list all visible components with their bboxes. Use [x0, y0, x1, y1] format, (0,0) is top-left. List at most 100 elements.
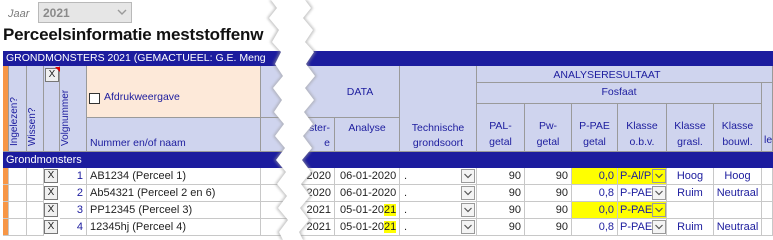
year-select[interactable]: 2021: [38, 2, 132, 23]
header-fosfaat: Fosfaat: [477, 83, 762, 104]
row-ppae[interactable]: 0,0: [572, 202, 618, 219]
chevron-down-icon[interactable]: [652, 203, 666, 217]
row-delete-button[interactable]: X: [44, 186, 58, 200]
header-ppae-line2: getal: [583, 136, 606, 148]
header-naam: Nummer en/of naam: [87, 118, 261, 152]
chevron-down-icon[interactable]: [461, 186, 475, 200]
row-klasse-obv[interactable]: P-PAE: [618, 202, 667, 219]
row-analysedatum[interactable]: 06-01-2020: [335, 168, 400, 185]
header-pw-line1: Pw-: [538, 120, 558, 132]
header-pal-line1: PAL-: [489, 120, 512, 132]
header-pw-line2: getal: [536, 136, 560, 148]
row-grondsoort[interactable]: .: [400, 168, 477, 185]
row-delete-button[interactable]: X: [44, 220, 58, 234]
row-analysedatum[interactable]: 06-01-2020: [335, 185, 400, 202]
row-ppae[interactable]: 0,8: [572, 219, 618, 236]
section-grondmonsters: Grondmonsters: [3, 152, 773, 168]
chevron-down-icon[interactable]: [461, 169, 475, 183]
row-wissen-cell: [27, 168, 44, 185]
row-klasse-obv[interactable]: P-Al/P: [618, 168, 667, 185]
row-analysedatum-year-highlight: 21: [384, 204, 397, 216]
row-volgnummer: 3: [60, 202, 87, 219]
grondmonsters-sheet: GRONDMONSTERS 2021 (GEMACTUEEL: G.E. Men…: [3, 0, 773, 240]
chevron-down-icon[interactable]: [461, 220, 475, 234]
header-klasse-bouwl-line2: bouwl.: [722, 136, 753, 148]
row-pal[interactable]: 90: [477, 219, 525, 236]
header-ppae: P-PAE getal: [572, 104, 618, 152]
row-volgnummer: 2: [60, 185, 87, 202]
row-klasse-grasl: Hoog: [667, 168, 714, 185]
header-analyseresultaat-label: ANALYSERESULTAAT: [553, 69, 661, 81]
chevron-down-icon[interactable]: [461, 203, 475, 217]
row-grondsoort[interactable]: .: [400, 219, 477, 236]
header-ppae-line1: P-PAE: [579, 120, 610, 132]
row-klasse-grasl: Ruim: [667, 219, 714, 236]
header-naam-label: Nummer en/of naam: [90, 137, 186, 149]
row-grondsoort-value: .: [404, 204, 408, 216]
row-naam[interactable]: Ab54321 (Perceel 2 en 6): [87, 185, 261, 202]
row-pal[interactable]: 90: [477, 202, 525, 219]
row-grondsoort-value: .: [404, 170, 408, 182]
row-klasse-obv-value: P-PAE: [620, 221, 653, 233]
row-delete-button[interactable]: X: [44, 203, 58, 217]
header-last-label: le: [764, 134, 773, 146]
row-naam[interactable]: AB1234 (Perceel 1): [87, 168, 261, 185]
row-volgnummer: 1: [60, 168, 87, 185]
row-ppae[interactable]: 0,8: [572, 185, 618, 202]
row-last-cell: [762, 202, 773, 219]
header-pal: PAL- getal: [477, 104, 525, 152]
chevron-down-icon[interactable]: [652, 186, 666, 200]
header-wissen: Wissen?: [27, 66, 44, 152]
header-ingelezen-label: Ingelezen?: [9, 97, 20, 146]
row-delete-button[interactable]: X: [44, 169, 58, 183]
header-fosfaat-label: Fosfaat: [601, 86, 637, 98]
row-ingelezen-cell: [9, 185, 27, 202]
row-last-cell: [762, 185, 773, 202]
row-last-cell: [762, 219, 773, 236]
row-klasse-obv-value: P-PAE: [620, 204, 653, 216]
row-pal[interactable]: 90: [477, 168, 525, 185]
row-ingelezen-cell: [9, 219, 27, 236]
row-analysedatum-year-highlight: 21: [384, 221, 397, 233]
header-klasse-grasl-line1: Klasse: [674, 120, 706, 132]
row-klasse-grasl: Ruim: [667, 185, 714, 202]
row-klasse-obv-value: P-Al/P: [620, 170, 652, 182]
row-analysedatum-main: 05-01-20: [340, 204, 385, 216]
row-grondsoort[interactable]: .: [400, 202, 477, 219]
table-row: X 4 12345hj (Perceel 4) 2021 05-01-2021. 90 90…: [3, 219, 773, 236]
afdrukweergave-checkbox[interactable]: [89, 93, 100, 104]
row-analysedatum[interactable]: 05-01-2021: [335, 219, 400, 236]
chevron-down-icon[interactable]: [652, 220, 666, 234]
row-klasse-bouwl: Hoog: [714, 168, 762, 185]
header-klasse-obv-line2: o.b.v.: [629, 136, 655, 148]
row-volgnummer: 4: [60, 219, 87, 236]
row-pw[interactable]: 90: [525, 219, 572, 236]
row-pw[interactable]: 90: [525, 168, 572, 185]
row-naam[interactable]: 12345hj (Perceel 4): [87, 219, 261, 236]
header-klasse-bouwl: Klasse bouwl.: [714, 104, 762, 152]
header-klasse-obv-line1: Klasse: [626, 120, 658, 132]
row-pw[interactable]: 90: [525, 185, 572, 202]
row-analysedatum-main: 05-01-20: [340, 221, 385, 233]
row-grondsoort[interactable]: .: [400, 185, 477, 202]
row-klasse-bouwl: [714, 202, 762, 219]
header-grondsoort-line2: grondsoort: [412, 137, 464, 149]
row-grondsoort-value: .: [404, 187, 408, 199]
year-value: 2021: [43, 6, 70, 20]
row-klasse-obv[interactable]: P-PAE: [618, 185, 667, 202]
header-analyse-label: Analyse: [348, 122, 386, 134]
row-analysedatum[interactable]: 05-01-2021: [335, 202, 400, 219]
row-pw[interactable]: 90: [525, 202, 572, 219]
chevron-down-icon[interactable]: [652, 169, 666, 183]
row-grondsoort-value: .: [404, 221, 408, 233]
row-wissen-cell: [27, 185, 44, 202]
page-title: Perceelsinformatie meststoffenw: [3, 25, 264, 44]
row-last-cell: [762, 168, 773, 185]
row-pal[interactable]: 90: [477, 185, 525, 202]
header-last-col: le: [762, 83, 773, 152]
row-ingelezen-cell: [9, 168, 27, 185]
row-ppae[interactable]: 0,0: [572, 168, 618, 185]
row-naam[interactable]: PP12345 (Perceel 3): [87, 202, 261, 219]
header-grondsoort-line1: Technische: [411, 122, 465, 134]
row-klasse-obv[interactable]: P-PAE: [618, 219, 667, 236]
